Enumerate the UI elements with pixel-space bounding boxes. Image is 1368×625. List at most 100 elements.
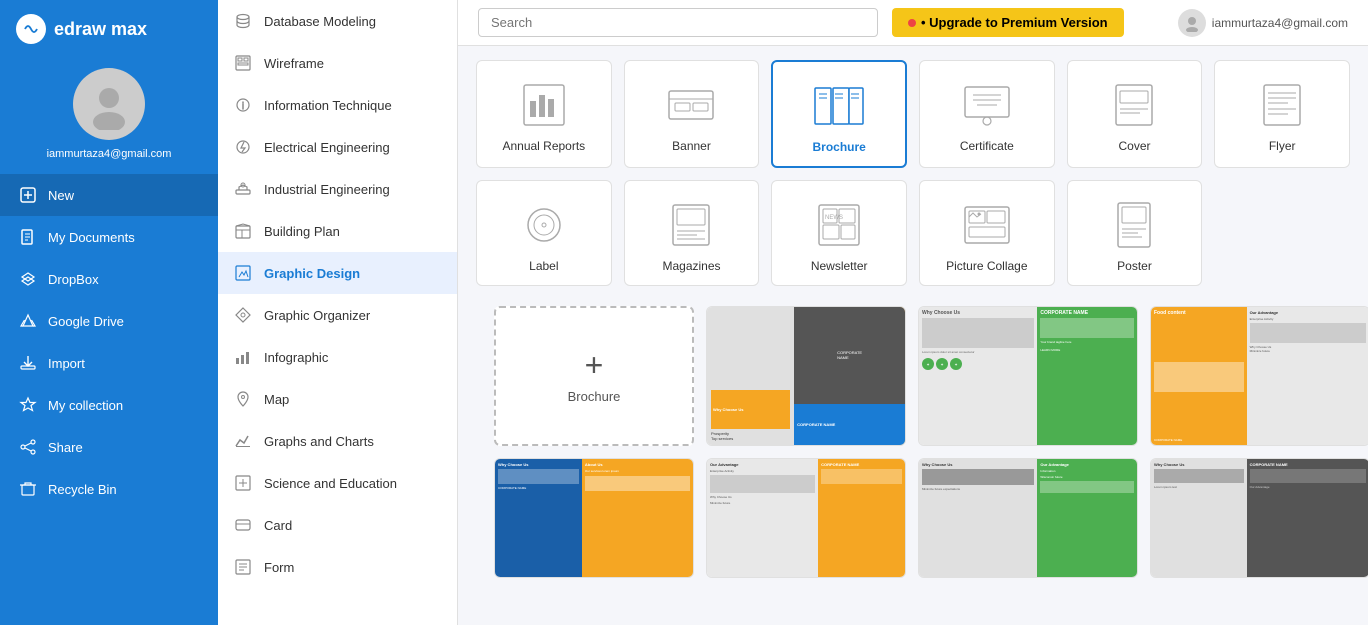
annual-reports-card-icon xyxy=(514,79,574,131)
brochure-plus-icon: + xyxy=(585,349,604,381)
template-card-brochure[interactable]: Brochure xyxy=(771,60,907,168)
collection-icon xyxy=(18,395,38,415)
sidebar-item-google-drive-label: Google Drive xyxy=(48,314,124,329)
middle-item-infographic[interactable]: Infographic xyxy=(218,336,457,378)
middle-item-science-and-education[interactable]: Science and Education xyxy=(218,462,457,504)
middle-item-building-plan[interactable]: Building Plan xyxy=(218,210,457,252)
certificate-card-icon xyxy=(957,79,1017,131)
infographic-icon xyxy=(232,346,254,368)
middle-item-database-modeling[interactable]: Database Modeling xyxy=(218,0,457,42)
sidebar-item-new-label: New xyxy=(48,188,74,203)
brochure-templates-section: + Brochure Why Choose Us ProsperityTop s… xyxy=(476,306,1350,596)
middle-item-industrial-engineering[interactable]: Industrial Engineering xyxy=(218,168,457,210)
middle-item-wireframe-label: Wireframe xyxy=(264,56,324,71)
middle-item-card[interactable]: Card xyxy=(218,504,457,546)
dropbox-icon xyxy=(18,269,38,289)
label-card-icon xyxy=(514,199,574,251)
middle-item-building-plan-label: Building Plan xyxy=(264,224,340,239)
import-icon xyxy=(18,353,38,373)
brochure-mock-1: Why Choose Us ProsperityTop services COR… xyxy=(707,307,905,445)
sidebar-item-recycle-bin[interactable]: Recycle Bin xyxy=(0,468,218,510)
brochure-templates-grid-row2: Why Choose Us CORPORATE NAME About Us Ou… xyxy=(494,458,1332,578)
brochure-template-1[interactable]: Why Choose Us ProsperityTop services COR… xyxy=(706,306,906,446)
middle-item-graphs-and-charts[interactable]: Graphs and Charts xyxy=(218,420,457,462)
user-profile-section: iammurtaza4@gmail.com xyxy=(0,58,218,174)
brochure-template-2[interactable]: Why Choose Us Lorem ipsum dolor sit amet… xyxy=(918,306,1138,446)
user-info-section: iammurtaza4@gmail.com xyxy=(1178,9,1348,37)
wireframe-icon xyxy=(232,52,254,74)
brochure-template-5[interactable]: Why Choose Us CORPORATE NAME About Us Ou… xyxy=(494,458,694,578)
search-input[interactable] xyxy=(478,8,878,37)
poster-label: Poster xyxy=(1117,259,1152,273)
user-avatar-small xyxy=(1178,9,1206,37)
middle-item-electrical-engineering[interactable]: Electrical Engineering xyxy=(218,126,457,168)
sidebar-item-my-collection[interactable]: My collection xyxy=(0,384,218,426)
sidebar-item-dropbox-label: DropBox xyxy=(48,272,99,287)
poster-card-icon xyxy=(1104,199,1164,251)
upgrade-button[interactable]: • Upgrade to Premium Version xyxy=(892,8,1124,37)
template-card-banner[interactable]: Banner xyxy=(624,60,760,168)
upgrade-label: • Upgrade to Premium Version xyxy=(921,15,1108,30)
information-technique-icon xyxy=(232,94,254,116)
template-card-poster[interactable]: Poster xyxy=(1067,180,1203,286)
template-card-label[interactable]: Label xyxy=(476,180,612,286)
brochure-new-card[interactable]: + Brochure xyxy=(494,306,694,446)
middle-item-map-label: Map xyxy=(264,392,289,407)
middle-item-form[interactable]: Form xyxy=(218,546,457,588)
middle-item-graphic-design[interactable]: Graphic Design xyxy=(218,252,457,294)
brochure-mock-3: Food content CORPORATE NAME Our Advantag… xyxy=(1151,307,1368,445)
upgrade-dot xyxy=(908,19,916,27)
brochure-mock-8: Why Choose Us Lorem ipsum text CORPORATE… xyxy=(1151,459,1368,577)
brochure-template-3[interactable]: Food content CORPORATE NAME Our Advantag… xyxy=(1150,306,1368,446)
trash-icon xyxy=(18,479,38,499)
picture-collage-card-icon xyxy=(957,199,1017,251)
template-card-magazines[interactable]: Magazines xyxy=(624,180,760,286)
gdrive-icon xyxy=(18,311,38,331)
middle-item-database-modeling-label: Database Modeling xyxy=(264,14,376,29)
brochure-mock-7: Why Choose Us Minimize future expectatio… xyxy=(919,459,1137,577)
middle-item-graphic-organizer[interactable]: Graphic Organizer xyxy=(218,294,457,336)
template-card-flyer[interactable]: Flyer xyxy=(1214,60,1350,168)
template-card-annual-reports[interactable]: Annual Reports xyxy=(476,60,612,168)
brochure-template-6[interactable]: Our Advantage Enterprise Activity Why Ch… xyxy=(706,458,906,578)
sidebar-item-dropbox[interactable]: DropBox xyxy=(0,258,218,300)
middle-item-wireframe[interactable]: Wireframe xyxy=(218,42,457,84)
flyer-label: Flyer xyxy=(1269,139,1296,153)
card-icon xyxy=(232,514,254,536)
template-card-certificate[interactable]: Certificate xyxy=(919,60,1055,168)
template-card-picture-collage[interactable]: Picture Collage xyxy=(919,180,1055,286)
electrical-engineering-icon xyxy=(232,136,254,158)
graphic-design-icon xyxy=(232,262,254,284)
brochure-mock-5: Why Choose Us CORPORATE NAME About Us Ou… xyxy=(495,459,693,577)
brochure-template-7[interactable]: Why Choose Us Minimize future expectatio… xyxy=(918,458,1138,578)
sidebar-item-share[interactable]: Share xyxy=(0,426,218,468)
form-icon xyxy=(232,556,254,578)
template-card-newsletter[interactable]: NEWS Newsletter xyxy=(771,180,907,286)
middle-item-form-label: Form xyxy=(264,560,294,575)
middle-item-information-technique[interactable]: Information Technique xyxy=(218,84,457,126)
share-icon xyxy=(18,437,38,457)
certificate-label: Certificate xyxy=(960,139,1014,153)
sidebar-item-google-drive[interactable]: Google Drive xyxy=(0,300,218,342)
middle-item-graphic-design-label: Graphic Design xyxy=(264,266,360,281)
sidebar-item-import-label: Import xyxy=(48,356,85,371)
graphic-organizer-icon xyxy=(232,304,254,326)
middle-item-card-label: Card xyxy=(264,518,292,533)
sidebar-item-my-collection-label: My collection xyxy=(48,398,123,413)
top-bar: • Upgrade to Premium Version iammurtaza4… xyxy=(458,0,1368,46)
label-label: Label xyxy=(529,259,558,273)
logo-icon xyxy=(16,14,46,44)
map-icon xyxy=(232,388,254,410)
new-icon xyxy=(18,185,38,205)
middle-item-map[interactable]: Map xyxy=(218,378,457,420)
magazines-label: Magazines xyxy=(662,259,720,273)
sidebar-item-import[interactable]: Import xyxy=(0,342,218,384)
sidebar-item-my-documents[interactable]: My Documents xyxy=(0,216,218,258)
middle-item-graphic-organizer-label: Graphic Organizer xyxy=(264,308,370,323)
brochure-template-8[interactable]: Why Choose Us Lorem ipsum text CORPORATE… xyxy=(1150,458,1368,578)
template-card-cover[interactable]: Cover xyxy=(1067,60,1203,168)
newsletter-label: Newsletter xyxy=(811,259,868,273)
graphs-and-charts-icon xyxy=(232,430,254,452)
sidebar: edraw max iammurtaza4@gmail.com New xyxy=(0,0,218,625)
sidebar-item-new[interactable]: New xyxy=(0,174,218,216)
